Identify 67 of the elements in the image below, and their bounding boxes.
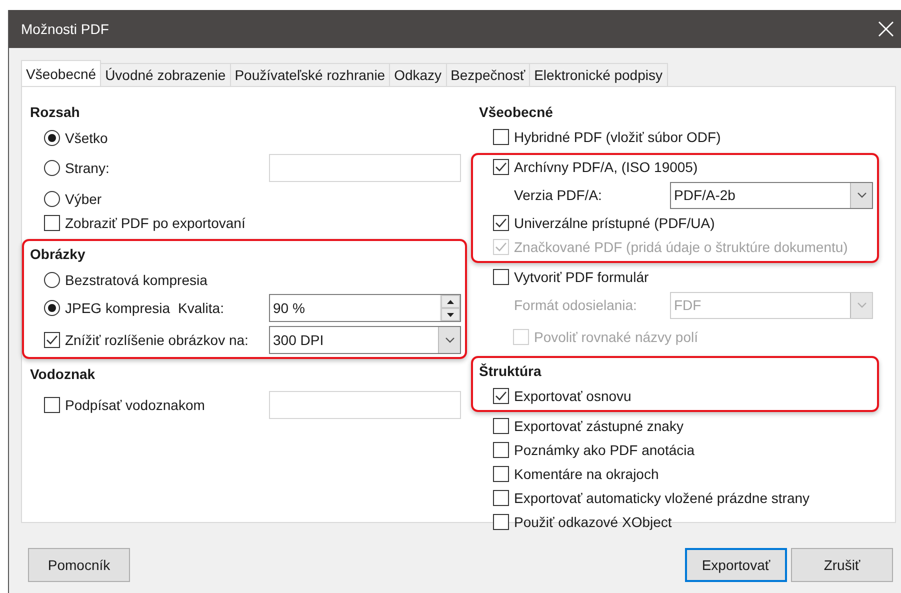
option-label: Komentáre na okrajoch [514,466,659,482]
tab[interactable]: Bezpečnosť [446,63,530,86]
checkbox[interactable] [493,442,509,458]
radio-button[interactable] [44,160,60,176]
checkbox[interactable] [493,215,509,231]
option-label: Exportovať automaticky vložené prázdne strany [514,490,810,506]
checkbox[interactable] [493,269,509,285]
tab[interactable]: Odkazy [389,63,447,86]
tab[interactable]: Všeobecné [21,60,102,86]
checkbox[interactable] [44,332,60,348]
chevron-down-icon [444,336,454,342]
radio-button[interactable] [44,130,60,146]
field-label: Formát odosielania: [514,297,637,313]
option-label: Výber [65,190,102,206]
option-label: Exportovať zástupné znaky [514,418,684,434]
decrement-button[interactable] [441,308,460,321]
checkbox[interactable] [493,466,509,482]
dropdown[interactable]: PDF/A-2b [670,182,873,208]
option-label: Vytvoriť PDF formulár [514,269,649,285]
checkbox[interactable] [44,397,60,413]
tab[interactable]: Elektronické podpisy [529,63,668,86]
option-label: Bezstratová kompresia [65,272,208,288]
option-label: Značkované PDF (pridá údaje o štruktúre dokumentu) [514,239,848,255]
option-label: Hybridné PDF (vložiť súbor ODF) [514,129,721,145]
section-title: Obrázky [29,245,86,264]
option-label: Exportovať osnovu [514,388,632,404]
close-icon [878,21,894,37]
field-label: Kvalita: [178,300,224,316]
checkbox[interactable] [493,159,509,175]
section-title: Vodoznak [29,365,96,384]
dialog-button[interactable]: Zrušiť [791,548,893,582]
chevron-down-icon [856,302,866,308]
input-field[interactable] [269,391,461,419]
field-label: Verzia PDF/A: [514,187,602,203]
option-label: Povoliť rovnaké názvy polí [534,328,698,344]
chevron-down-icon [856,192,866,198]
option-label: Univerzálne prístupné (PDF/UA) [514,215,715,231]
checkbox[interactable] [493,418,509,434]
option-label: Poznámky ako PDF anotácia [514,442,695,458]
checkbox[interactable] [493,129,509,145]
up-triangle-icon [447,300,454,304]
dialog-button[interactable]: Exportovať [685,548,787,582]
section-title: Rozsah [29,103,81,122]
option-label: Podpísať vodoznakom [65,397,205,413]
option-label: Strany: [65,160,110,176]
section-title: Všeobecné [478,103,554,122]
option-label: Použiť odkazové XObject [514,514,672,530]
radio-button[interactable] [44,190,60,206]
checkbox[interactable] [44,215,60,231]
dropdown[interactable]: 300 DPI [269,326,461,354]
option-label: Znížiť rozlíšenie obrázkov na: [65,332,248,348]
window-title: Možnosti PDF [21,21,109,37]
spin-field[interactable]: 90 % [269,294,461,322]
option-label: Všetko [65,130,108,146]
increment-button[interactable] [441,295,460,308]
option-label: Archívny PDF/A, (ISO 19005) [514,159,698,175]
option-label: Zobraziť PDF po exportovaní [65,215,246,231]
radio-button[interactable] [44,300,60,316]
section-title: Štruktúra [478,362,542,381]
input-field[interactable] [269,154,461,182]
down-triangle-icon [447,312,454,316]
help-button[interactable]: Pomocník [28,548,130,582]
checkbox[interactable] [493,388,509,404]
checkbox[interactable] [493,514,509,530]
checkbox[interactable] [493,490,509,506]
option-label: JPEG kompresia [65,300,170,316]
radio-button[interactable] [44,272,60,288]
